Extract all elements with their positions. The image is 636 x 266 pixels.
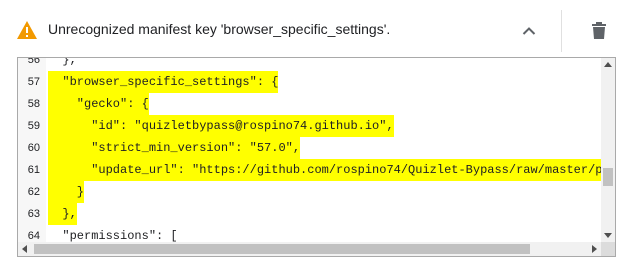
- horizontal-scroll-thumb[interactable]: [34, 244, 530, 254]
- horizontal-scrollbar[interactable]: [18, 242, 601, 256]
- code-line: 62 }: [18, 181, 615, 203]
- code-line: 56 },: [18, 57, 615, 71]
- line-number: 58: [27, 98, 40, 110]
- code-line: 57 "browser_specific_settings": {: [18, 71, 615, 93]
- scroll-up-arrow-icon[interactable]: [604, 62, 612, 67]
- scroll-right-arrow-icon[interactable]: [592, 245, 597, 253]
- warning-icon: [16, 20, 38, 40]
- vertical-scrollbar[interactable]: [601, 58, 615, 242]
- code-line: 61 "update_url": "https://github.com/ros…: [18, 159, 615, 181]
- code-line: 58 "gecko": {: [18, 93, 615, 115]
- scroll-down-arrow-icon[interactable]: [604, 233, 612, 238]
- collapse-button[interactable]: [516, 18, 542, 44]
- line-number: 63: [27, 208, 40, 220]
- manifest-code-viewer[interactable]: 56 }, 57 "browser_specific_settings": {58…: [17, 57, 616, 257]
- code-line: 59 "id": "quizletbypass@rospino74.github…: [18, 115, 615, 137]
- line-number: 57: [27, 76, 40, 88]
- scroll-left-arrow-icon[interactable]: [22, 245, 27, 253]
- trash-icon: [588, 22, 610, 48]
- highlighted-code-text: "gecko": {: [48, 93, 149, 115]
- delete-button[interactable]: [588, 18, 610, 44]
- code-text: },: [48, 57, 77, 67]
- error-panel: Unrecognized manifest key 'browser_speci…: [0, 0, 636, 266]
- highlighted-code-text: }: [48, 181, 85, 203]
- line-number: 59: [27, 120, 40, 132]
- line-number: 60: [27, 142, 40, 154]
- scrollbar-corner: [601, 242, 615, 256]
- chevron-up-icon: [516, 27, 542, 48]
- code-line: 63 },: [18, 203, 615, 225]
- line-number: 56: [27, 57, 40, 66]
- highlighted-code-text: "id": "quizletbypass@rospino74.github.io…: [48, 115, 394, 137]
- header-divider: [561, 10, 562, 52]
- highlighted-code-text: },: [48, 203, 77, 225]
- vertical-scroll-thumb[interactable]: [603, 168, 613, 186]
- error-header: Unrecognized manifest key 'browser_speci…: [0, 0, 636, 60]
- highlighted-code-text: "strict_min_version": "57.0",: [48, 137, 301, 159]
- highlighted-code-text: "update_url": "https://github.com/rospin…: [48, 159, 615, 181]
- line-number: 62: [27, 186, 40, 198]
- line-number: 61: [27, 164, 40, 176]
- code-line: 60 "strict_min_version": "57.0",: [18, 137, 615, 159]
- highlighted-code-text: "browser_specific_settings": {: [48, 71, 279, 93]
- code-lines: 56 }, 57 "browser_specific_settings": {58…: [18, 57, 615, 256]
- error-message: Unrecognized manifest key 'browser_speci…: [48, 21, 391, 37]
